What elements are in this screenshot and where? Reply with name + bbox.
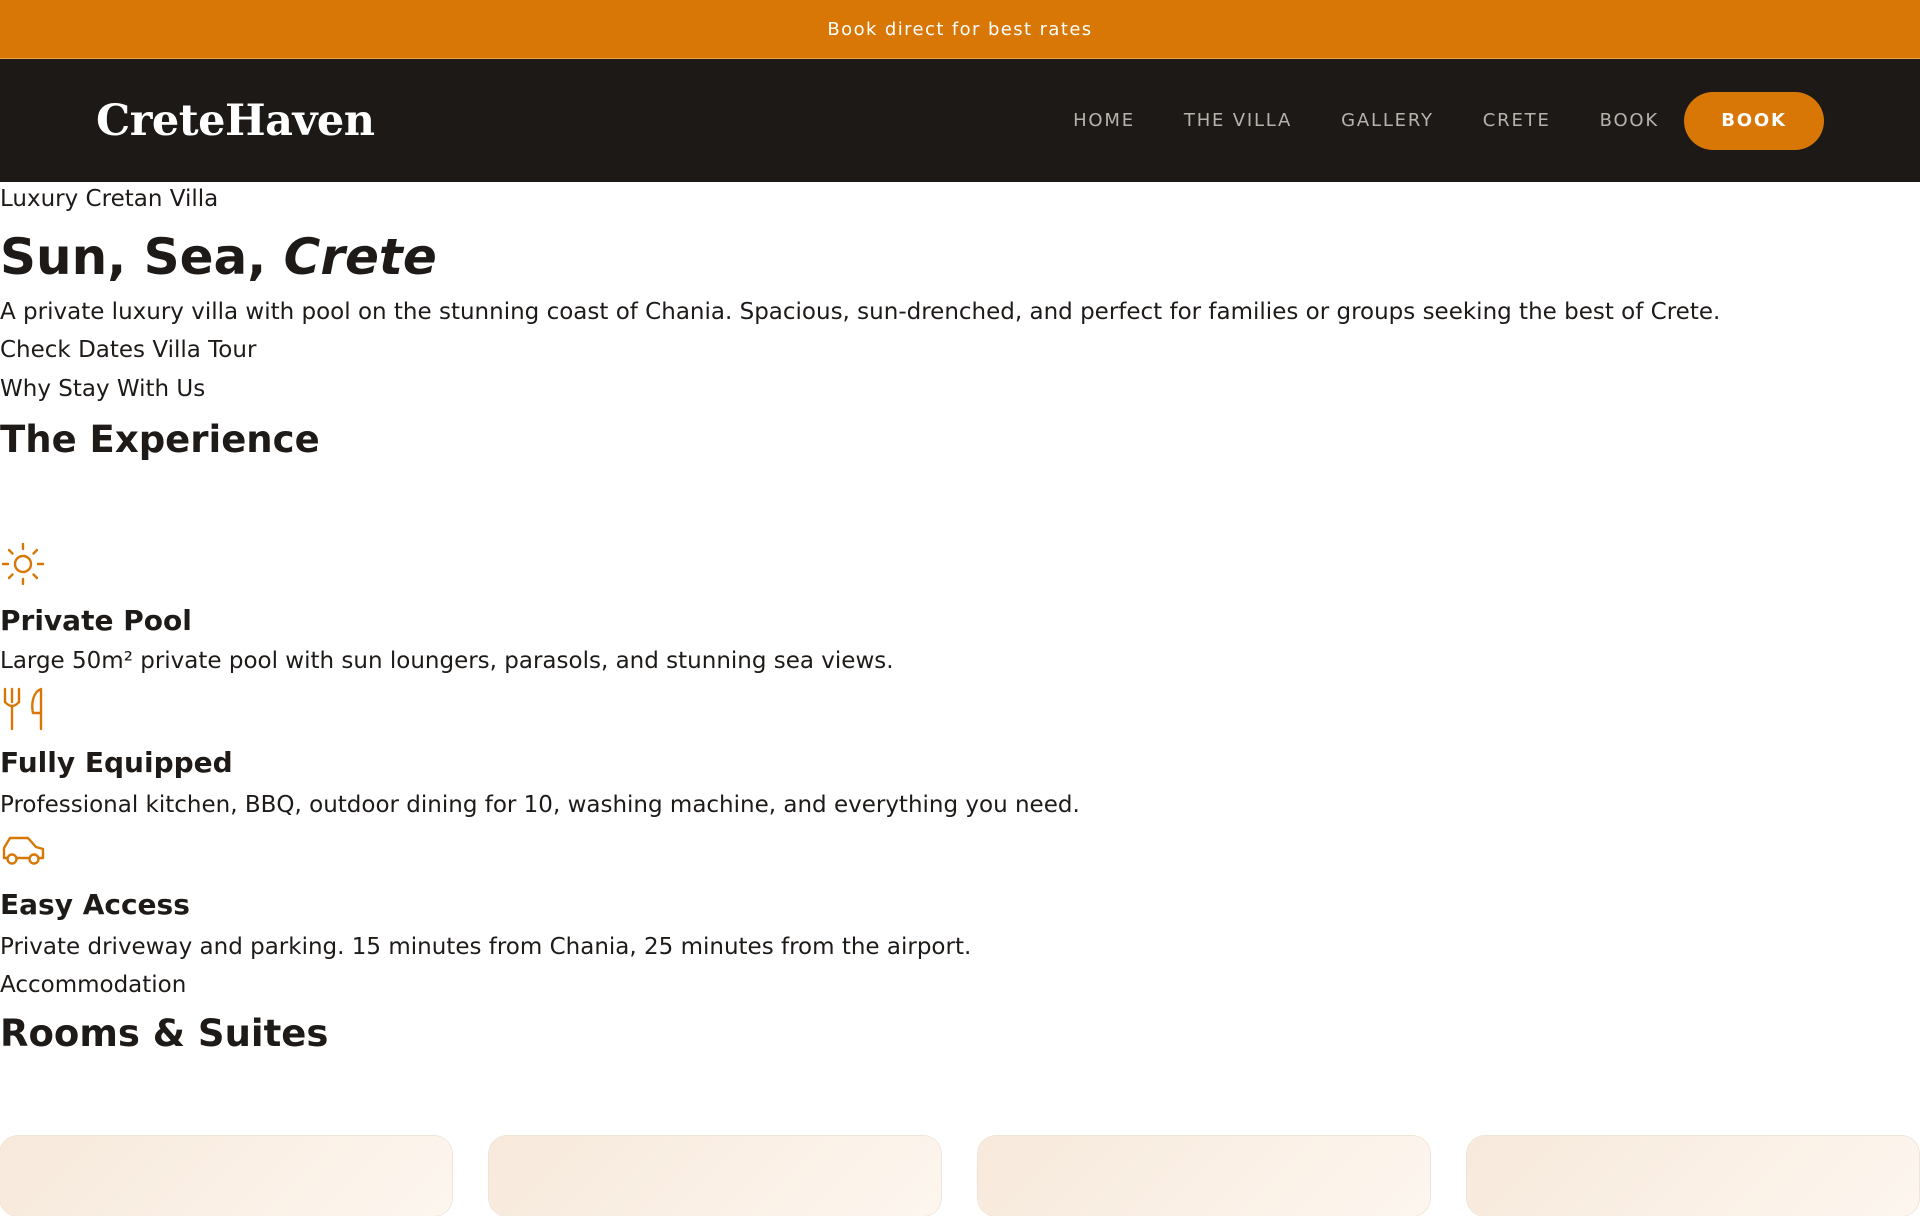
room-card[interactable]	[1467, 1136, 1919, 1216]
nav-link-book[interactable]: BOOK	[1600, 110, 1659, 131]
hero-cta-row: Check Dates Villa Tour	[0, 337, 256, 363]
room-card[interactable]	[978, 1136, 1430, 1216]
nav-link-the-villa[interactable]: THE VILLA	[1184, 110, 1292, 131]
hero-title: Sun, Sea, Crete	[0, 228, 437, 286]
brand-logo[interactable]: CreteHaven	[96, 96, 375, 146]
hero-title-emphasis: Crete	[283, 228, 437, 286]
hero-description: A private luxury villa with pool on the …	[0, 299, 1721, 325]
book-button[interactable]: BOOK	[1684, 91, 1824, 150]
main-nav: HOME THE VILLA GALLERY CRETE BOOK BOOK	[1073, 91, 1824, 150]
sun-icon	[1, 542, 45, 590]
feature-text-fully-equipped: Professional kitchen, BBQ, outdoor dinin…	[0, 792, 1080, 818]
feature-text-private-pool: Large 50m² private pool with sun lounger…	[0, 648, 894, 674]
announcement-bar: Book direct for best rates	[0, 0, 1920, 59]
experience-title: The Experience	[0, 418, 320, 461]
hero-title-plain: Sun, Sea,	[0, 228, 284, 286]
room-card[interactable]	[489, 1136, 941, 1216]
utensils-icon	[1, 686, 45, 736]
feature-title-private-pool: Private Pool	[0, 604, 192, 637]
car-icon	[1, 834, 47, 872]
experience-eyebrow: Why Stay With Us	[0, 376, 206, 402]
feature-title-fully-equipped: Fully Equipped	[0, 746, 233, 779]
rooms-title: Rooms & Suites	[0, 1012, 329, 1055]
nav-link-gallery[interactable]: GALLERY	[1341, 110, 1434, 131]
nav-link-crete[interactable]: CRETE	[1483, 110, 1551, 131]
hero-eyebrow: Luxury Cretan Villa	[0, 186, 219, 212]
villa-tour-link[interactable]: Villa Tour	[152, 337, 256, 363]
room-card[interactable]	[0, 1136, 452, 1216]
rooms-eyebrow: Accommodation	[0, 972, 187, 998]
feature-title-easy-access: Easy Access	[0, 888, 190, 921]
check-dates-link[interactable]: Check Dates	[0, 337, 145, 363]
announcement-text: Book direct for best rates	[827, 18, 1093, 40]
nav-link-home[interactable]: HOME	[1073, 110, 1135, 131]
site-header: CreteHaven HOME THE VILLA GALLERY CRETE …	[0, 59, 1920, 182]
feature-text-easy-access: Private driveway and parking. 15 minutes…	[0, 934, 972, 960]
